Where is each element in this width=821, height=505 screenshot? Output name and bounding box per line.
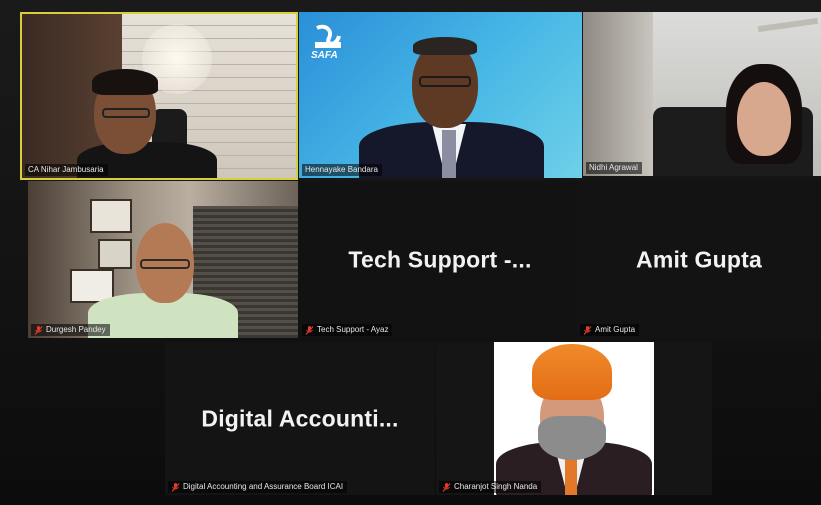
participant-display-name: Amit Gupta xyxy=(636,246,762,272)
turban xyxy=(532,344,612,400)
ceiling-fan xyxy=(757,17,819,33)
name-label: Charanjot Singh Nanda xyxy=(439,481,542,493)
name-label: CA Nihar Jambusaria xyxy=(25,164,108,176)
glasses xyxy=(419,76,471,87)
safa-logo: SAFA xyxy=(311,24,345,64)
video-tile-nihar[interactable]: CA Nihar Jambusaria xyxy=(20,12,298,180)
microphone-muted-icon xyxy=(34,325,43,335)
glasses xyxy=(102,108,150,118)
microphone-muted-icon xyxy=(305,325,314,335)
wall-column xyxy=(583,12,653,176)
picture-frame xyxy=(98,239,132,269)
microphone-muted-icon xyxy=(171,482,180,492)
video-tile-amit-gupta[interactable]: Amit Gupta Amit Gupta xyxy=(577,181,821,338)
glasses xyxy=(140,259,190,269)
microphone-muted-icon xyxy=(583,325,592,335)
video-tile-hennayake[interactable]: SAFA Hennayake Bandara xyxy=(299,12,582,178)
tie xyxy=(442,130,456,178)
video-tile-digital-accounting[interactable]: Digital Accounti... Digital Accounting a… xyxy=(165,342,435,495)
participant-display-name: Tech Support -... xyxy=(348,246,532,272)
video-tile-durgesh[interactable]: Durgesh Pandey xyxy=(28,181,298,338)
beard xyxy=(538,416,606,460)
picture-frame xyxy=(90,199,132,233)
name-label: Tech Support - Ayaz xyxy=(302,324,393,336)
video-tile-nidhi[interactable]: Nidhi Agrawal xyxy=(583,12,821,176)
hair xyxy=(413,37,477,55)
name-label: Digital Accounting and Assurance Board I… xyxy=(168,481,348,493)
video-conference-gallery: CA Nihar Jambusaria SAFA Hennayake Banda… xyxy=(0,0,821,505)
name-label: Durgesh Pandey xyxy=(31,324,110,336)
person-head xyxy=(737,82,791,156)
name-label: Amit Gupta xyxy=(580,324,640,336)
hair xyxy=(92,69,158,95)
video-tile-tech-support[interactable]: Tech Support -... Tech Support - Ayaz xyxy=(299,181,581,338)
video-tile-charanjot[interactable]: Charanjot Singh Nanda xyxy=(436,342,712,495)
name-label: Nidhi Agrawal xyxy=(586,162,642,174)
name-label: Hennayake Bandara xyxy=(302,164,382,176)
microphone-muted-icon xyxy=(442,482,451,492)
logo-text: SAFA xyxy=(311,50,338,61)
participant-display-name: Digital Accounti... xyxy=(201,405,399,431)
